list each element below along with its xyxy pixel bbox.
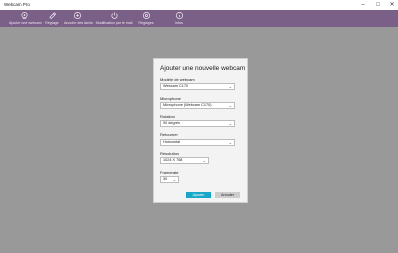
chevron-down-icon: ⌄ xyxy=(172,177,176,182)
microphone-select[interactable]: Microphone (Webcam C170) ⌄ xyxy=(160,102,235,109)
chevron-down-icon: ⌄ xyxy=(228,140,232,145)
rotation-value: 90 degrés xyxy=(163,121,180,125)
add-webcam-dialog: Ajouter une nouvelle webcam Modèle de we… xyxy=(153,58,248,203)
webcam-model-label: Modèle de webcam xyxy=(160,77,195,82)
camera-plus-icon xyxy=(20,11,28,20)
toolbar-mail-edit-label: Modification par le mail xyxy=(95,21,133,25)
toolbar: Ajouter une webcam Réglage Annuler des t… xyxy=(0,10,398,27)
toolbar-settings[interactable]: Réglages xyxy=(138,10,154,27)
toolbar-add-webcam-label: Ajouter une webcam xyxy=(9,21,42,25)
chevron-down-icon: ⌄ xyxy=(228,103,232,108)
toolbar-settings-label: Réglages xyxy=(138,21,154,25)
resolution-select[interactable]: 1024 X 768 ⌄ xyxy=(160,157,209,164)
flip-value: Horizontal xyxy=(163,140,181,144)
toolbar-undo-label: Annuler des tâche xyxy=(64,21,93,25)
resolution-label: Résolution xyxy=(160,151,179,156)
info-icon xyxy=(175,11,183,20)
add-button[interactable]: Ajouter xyxy=(186,192,211,198)
framerate-label: Framerate xyxy=(160,170,179,175)
dialog-title: Ajouter une nouvelle webcam xyxy=(160,65,246,72)
webcam-model-select[interactable]: Webcam C170 ⌄ xyxy=(160,83,235,90)
rotation-select[interactable]: 90 degrés ⌄ xyxy=(160,120,235,127)
app-title: Webcam Pro xyxy=(4,2,30,7)
toolbar-setting[interactable]: Réglage xyxy=(44,10,60,27)
chevron-down-icon: ⌄ xyxy=(228,84,232,89)
chevron-down-icon: ⌄ xyxy=(228,121,232,126)
chevron-down-icon: ⌄ xyxy=(202,158,206,163)
cancel-button[interactable]: Annuler xyxy=(215,192,240,198)
settings-icon xyxy=(142,11,150,20)
toolbar-setting-label: Réglage xyxy=(45,21,59,25)
toolbar-mail-edit[interactable]: Modification par le mail xyxy=(95,10,133,27)
flip-label: Retourner xyxy=(160,132,178,137)
mail-edit-icon xyxy=(110,12,118,19)
framerate-select[interactable]: 30 ⌄ xyxy=(160,176,179,183)
minimize-button[interactable]: – xyxy=(356,1,370,9)
flip-select[interactable]: Horizontal ⌄ xyxy=(160,139,235,146)
undo-icon xyxy=(73,11,81,20)
microphone-value: Microphone (Webcam C170) xyxy=(163,103,212,107)
toolbar-info-label: Infos xyxy=(175,21,183,25)
resolution-value: 1024 X 768 xyxy=(163,158,183,162)
framerate-value: 30 xyxy=(163,177,168,181)
microphone-label: Microphone xyxy=(160,96,181,101)
toolbar-undo[interactable]: Annuler des tâche xyxy=(64,10,93,27)
rotation-label: Rotation xyxy=(160,114,175,119)
toolbar-add-webcam[interactable]: Ajouter une webcam xyxy=(9,10,42,27)
toolbar-info[interactable]: Infos xyxy=(173,10,185,27)
close-button[interactable]: ✕ xyxy=(385,1,398,9)
gear-icon xyxy=(48,12,56,20)
maximize-button[interactable]: □ xyxy=(371,1,385,9)
title-bar: Webcam Pro – □ ✕ xyxy=(0,0,398,10)
webcam-model-value: Webcam C170 xyxy=(163,84,189,88)
